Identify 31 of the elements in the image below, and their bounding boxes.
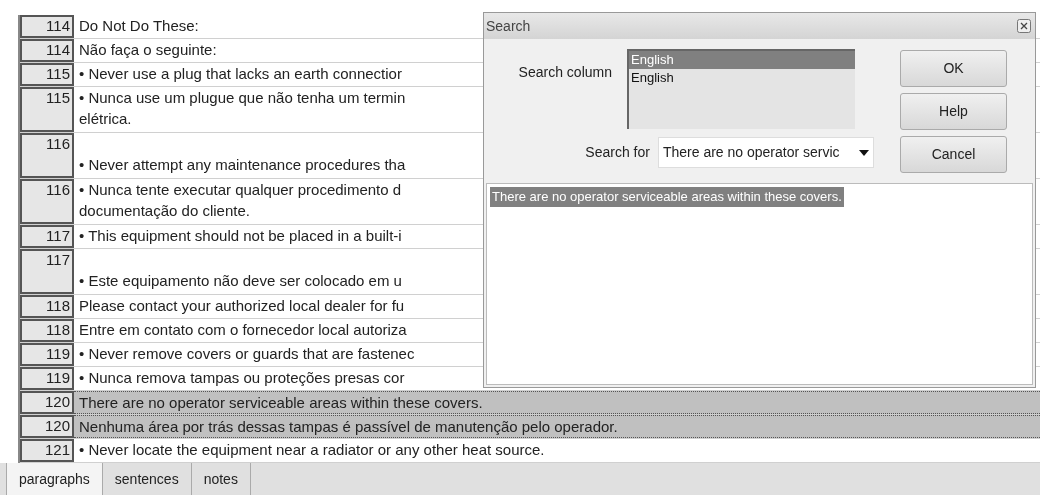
field-label: Search for bbox=[584, 143, 651, 162]
close-icon[interactable] bbox=[1017, 19, 1031, 33]
dialog-button[interactable]: OK bbox=[900, 50, 1007, 87]
list-item[interactable]: English bbox=[629, 69, 855, 87]
row-number: 117 bbox=[20, 249, 74, 294]
search-combobox[interactable]: There are no operator servic bbox=[657, 137, 874, 168]
column-list[interactable]: English English bbox=[627, 49, 855, 129]
dialog-button[interactable]: Help bbox=[900, 93, 1007, 130]
row-number: 116 bbox=[20, 179, 74, 224]
list-item[interactable]: English bbox=[629, 51, 855, 69]
row-number: 119 bbox=[20, 343, 74, 366]
dialog-title: Search bbox=[486, 16, 531, 36]
row-number: 116 bbox=[20, 133, 74, 178]
row-number: 114 bbox=[20, 15, 74, 38]
dialog-button[interactable]: Cancel bbox=[900, 136, 1007, 173]
row-number: 115 bbox=[20, 63, 74, 86]
tab[interactable]: paragraphs bbox=[6, 463, 103, 495]
row-number: 117 bbox=[20, 225, 74, 248]
table-cell: There are no operator serviceable areas within these covers. bbox=[74, 391, 1040, 414]
row-number: 121 bbox=[20, 439, 74, 462]
row-number: 119 bbox=[20, 367, 74, 390]
row-number: 120 bbox=[20, 415, 74, 438]
result-text[interactable]: There are no operator serviceable areas within these covers. bbox=[490, 187, 844, 207]
field-label: Search column bbox=[517, 63, 613, 82]
table-cell: Nenhuma área por trás dessas tampas é passível de manutenção pelo operador. bbox=[74, 415, 1040, 438]
caret-icon bbox=[859, 149, 869, 156]
row-number: 120 bbox=[20, 391, 74, 414]
row-number: 114 bbox=[20, 39, 74, 62]
row-number: 115 bbox=[20, 87, 74, 132]
row-number: 118 bbox=[20, 319, 74, 342]
row-number: 118 bbox=[20, 295, 74, 318]
